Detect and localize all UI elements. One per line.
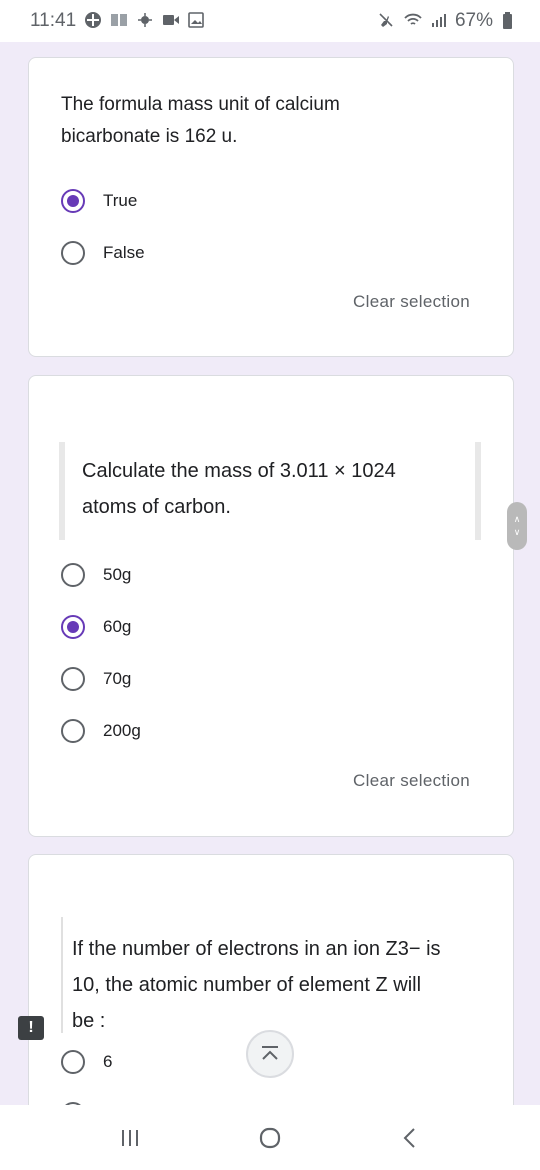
- question-1-text: The formula mass unit of calcium bicarbo…: [61, 89, 340, 153]
- option-label: True: [103, 191, 138, 210]
- question-card-2: Calculate the mass of 3.011 × 1024 atoms…: [28, 375, 514, 837]
- status-bar: 11:41 67%: [0, 0, 540, 42]
- question-2-line-1: Calculate the mass of 3.011 × 1024: [82, 460, 396, 482]
- clear-selection-button[interactable]: Clear selection: [353, 771, 470, 791]
- option-70g[interactable]: 70g: [61, 664, 131, 694]
- question-2-text: Calculate the mass of 3.011 × 1024 atoms…: [82, 453, 396, 525]
- side-scroll-handle[interactable]: ∧ ∨: [507, 502, 527, 550]
- option-label: 200g: [103, 721, 141, 740]
- back-icon: [403, 1127, 415, 1148]
- option-200g[interactable]: 200g: [61, 716, 141, 746]
- question-3-divider: [61, 917, 63, 1033]
- question-2-line-2: atoms of carbon.: [82, 496, 231, 518]
- recent-apps-button[interactable]: [110, 1118, 150, 1158]
- radio-checked-icon[interactable]: [61, 615, 85, 639]
- app-icon: [84, 11, 102, 32]
- option-6[interactable]: 6: [61, 1047, 112, 1077]
- notification-icon: [110, 12, 128, 31]
- battery-percent: 67%: [454, 10, 493, 31]
- question-1-line-1: The formula mass unit of calcium: [61, 94, 340, 115]
- chevron-up-icon: ∧: [513, 514, 521, 524]
- option-label: 70g: [103, 669, 132, 688]
- option-label: False: [103, 243, 145, 262]
- back-button[interactable]: [390, 1118, 430, 1158]
- status-left: 11:41: [30, 10, 204, 32]
- weather-icon: [136, 12, 154, 31]
- status-right: 67%: [377, 10, 512, 32]
- clear-selection-button[interactable]: Clear selection: [353, 292, 470, 312]
- radio-unchecked-icon[interactable]: [61, 563, 85, 587]
- signal-icon: [431, 12, 447, 31]
- radio-unchecked-icon[interactable]: [61, 667, 85, 691]
- option-50g[interactable]: 50g: [61, 560, 131, 590]
- wifi-icon: [403, 12, 423, 31]
- gallery-icon: [188, 11, 204, 31]
- radio-unchecked-icon[interactable]: [61, 719, 85, 743]
- mute-icon: [377, 11, 395, 32]
- navigation-bar: [0, 1105, 540, 1170]
- option-false[interactable]: False: [61, 238, 145, 268]
- home-button[interactable]: [250, 1118, 290, 1158]
- form-content[interactable]: The formula mass unit of calcium bicarbo…: [0, 42, 540, 1105]
- status-time: 11:41: [30, 10, 77, 31]
- report-icon[interactable]: !: [18, 1016, 44, 1040]
- question-3-line-1: If the number of electrons in an ion Z3−…: [72, 938, 441, 960]
- radio-unchecked-icon[interactable]: [61, 241, 85, 265]
- radio-unchecked-icon[interactable]: [61, 1050, 85, 1074]
- question-1-line-2: bicarbonate is 162 u.: [61, 126, 238, 147]
- question-card-1: The formula mass unit of calcium bicarbo…: [28, 57, 514, 357]
- question-3-text: If the number of electrons in an ion Z3−…: [72, 931, 441, 1039]
- home-icon: [259, 1127, 281, 1148]
- option-true[interactable]: True: [61, 186, 137, 216]
- recent-apps-icon: [122, 1129, 138, 1146]
- option-label: 6: [103, 1052, 113, 1071]
- question-3-line-2: 10, the atomic number of element Z will: [72, 974, 422, 996]
- battery-icon: [503, 11, 512, 29]
- chevron-down-icon: ∨: [513, 527, 521, 537]
- option-label: 60g: [103, 617, 132, 636]
- option-60g[interactable]: 60g: [61, 612, 131, 642]
- option-label: 50g: [103, 565, 132, 584]
- video-icon: [162, 13, 180, 30]
- radio-checked-icon[interactable]: [61, 189, 85, 213]
- scroll-to-top-button[interactable]: [246, 1030, 294, 1078]
- scroll-to-top-icon: [262, 1046, 278, 1060]
